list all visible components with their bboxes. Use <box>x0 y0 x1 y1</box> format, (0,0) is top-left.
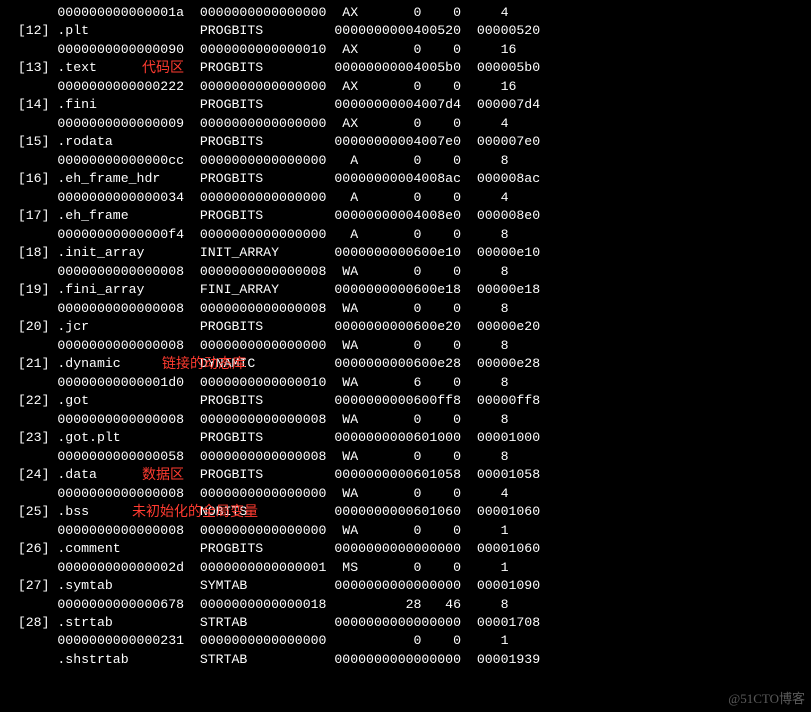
section-row-detail: 0000000000000678 0000000000000018 28 46 … <box>2 596 809 614</box>
section-row-head: [17] .eh_frame PROGBITS 00000000004008e0… <box>2 207 809 225</box>
annotation-bss-section: 未初始化的全局变量 <box>132 503 258 523</box>
section-row-head: [26] .comment PROGBITS 0000000000000000 … <box>2 540 809 558</box>
section-row-head: [13] .text PROGBITS 00000000004005b0 000… <box>2 59 809 77</box>
section-row-detail: 0000000000000034 0000000000000000 A 0 0 … <box>2 189 809 207</box>
section-row-detail: 0000000000000008 0000000000000008 WA 0 0… <box>2 263 809 281</box>
annotation-text-section: 代码区 <box>142 59 184 79</box>
terminal-output: 000000000000001a 0000000000000000 AX 0 0… <box>0 0 811 673</box>
section-row-head: [15] .rodata PROGBITS 00000000004007e0 0… <box>2 133 809 151</box>
section-row-head: [24] .data PROGBITS 0000000000601058 000… <box>2 466 809 484</box>
section-row-detail: 00000000000001d0 0000000000000010 WA 6 0… <box>2 374 809 392</box>
section-row-detail: 0000000000000058 0000000000000008 WA 0 0… <box>2 448 809 466</box>
section-row-head: [22] .got PROGBITS 0000000000600ff8 0000… <box>2 392 809 410</box>
section-row-detail: 0000000000000008 0000000000000000 WA 0 0… <box>2 337 809 355</box>
section-row-detail: 0000000000000222 0000000000000000 AX 0 0… <box>2 78 809 96</box>
section-row-detail: 00000000000000cc 0000000000000000 A 0 0 … <box>2 152 809 170</box>
section-row-head-partial: .shstrtab STRTAB 0000000000000000 000019… <box>2 651 809 669</box>
section-row-head: [18] .init_array INIT_ARRAY 000000000060… <box>2 244 809 262</box>
section-row-detail: 00000000000000f4 0000000000000000 A 0 0 … <box>2 226 809 244</box>
section-row-detail: 0000000000000008 0000000000000000 WA 0 0… <box>2 485 809 503</box>
section-row-head: [21] .dynamic DYNAMIC 0000000000600e28 0… <box>2 355 809 373</box>
annotation-dynamic-section: 链接的动态库 <box>162 355 246 375</box>
section-row-detail: 0000000000000008 0000000000000008 WA 0 0… <box>2 300 809 318</box>
section-row-detail: 0000000000000008 0000000000000008 WA 0 0… <box>2 411 809 429</box>
section-row-detail: 0000000000000008 0000000000000000 WA 0 0… <box>2 522 809 540</box>
section-row-detail: 0000000000000009 0000000000000000 AX 0 0… <box>2 115 809 133</box>
section-row-head: [25] .bss NOBITS 0000000000601060 000010… <box>2 503 809 521</box>
section-row-head: [12] .plt PROGBITS 0000000000400520 0000… <box>2 22 809 40</box>
section-row-head: [19] .fini_array FINI_ARRAY 000000000060… <box>2 281 809 299</box>
section-row-head: [16] .eh_frame_hdr PROGBITS 000000000040… <box>2 170 809 188</box>
watermark-text: @51CTO博客 <box>728 690 805 708</box>
section-row-head: [14] .fini PROGBITS 00000000004007d4 000… <box>2 96 809 114</box>
annotation-data-section: 数据区 <box>142 466 184 486</box>
section-row-head: [27] .symtab SYMTAB 0000000000000000 000… <box>2 577 809 595</box>
section-row-detail: 0000000000000090 0000000000000010 AX 0 0… <box>2 41 809 59</box>
section-row-head: [28] .strtab STRTAB 0000000000000000 000… <box>2 614 809 632</box>
section-row-detail: 000000000000002d 0000000000000001 MS 0 0… <box>2 559 809 577</box>
section-row-detail: 0000000000000231 0000000000000000 0 0 1 <box>2 632 809 650</box>
section-row-detail: 000000000000001a 0000000000000000 AX 0 0… <box>2 4 809 22</box>
section-row-head: [20] .jcr PROGBITS 0000000000600e20 0000… <box>2 318 809 336</box>
section-row-head: [23] .got.plt PROGBITS 0000000000601000 … <box>2 429 809 447</box>
